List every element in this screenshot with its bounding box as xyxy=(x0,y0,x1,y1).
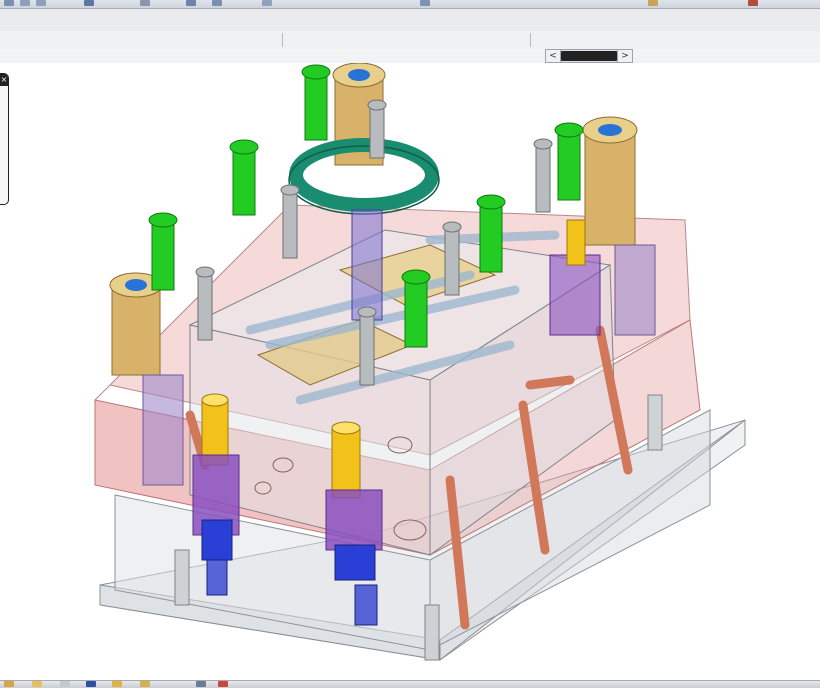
pan-icon[interactable] xyxy=(212,0,222,6)
folder-icon[interactable] xyxy=(32,681,42,687)
main-toolbar xyxy=(0,0,820,9)
mold-assembly-render xyxy=(94,63,746,661)
scroll-left-button[interactable]: < xyxy=(545,49,561,63)
command-bar xyxy=(0,31,820,50)
app-icon-3[interactable] xyxy=(140,681,150,687)
view-icon[interactable] xyxy=(262,0,272,6)
undo-icon[interactable] xyxy=(20,0,30,6)
settings-icon[interactable] xyxy=(748,0,758,6)
rotate-icon[interactable] xyxy=(186,0,196,6)
select-icon[interactable] xyxy=(84,0,94,6)
app-icon-4[interactable] xyxy=(196,681,206,687)
scroll-right-button[interactable]: > xyxy=(617,49,633,63)
zoom-icon[interactable] xyxy=(140,0,150,6)
model-viewport[interactable] xyxy=(0,63,820,680)
app-icon-5[interactable] xyxy=(218,681,228,687)
render-icon[interactable] xyxy=(420,0,430,6)
scroll-thumb[interactable] xyxy=(561,51,617,61)
save-icon[interactable] xyxy=(4,0,14,6)
document-tabstrip xyxy=(0,9,820,32)
measure-icon[interactable] xyxy=(648,0,658,6)
close-icon[interactable]: × xyxy=(0,74,8,86)
window-icon[interactable] xyxy=(60,681,70,687)
app-icon-2[interactable] xyxy=(112,681,122,687)
start-icon[interactable] xyxy=(4,681,14,687)
sprue-bushing xyxy=(351,209,383,321)
side-panel: × xyxy=(0,73,9,205)
app-icon-1[interactable] xyxy=(86,681,96,687)
redo-icon[interactable] xyxy=(36,0,46,6)
